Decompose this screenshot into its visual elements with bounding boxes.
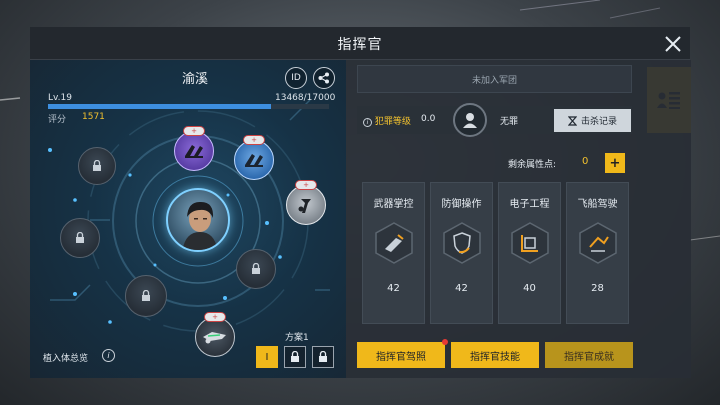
lock-icon bbox=[291, 351, 299, 362]
plan-button-3-locked[interactable] bbox=[312, 346, 334, 368]
implant-overview-label: 植入体总览 bbox=[43, 354, 89, 364]
legion-status: 未加入军团 bbox=[357, 65, 632, 93]
score-value: 1571 bbox=[82, 112, 105, 122]
lock-icon bbox=[93, 160, 101, 171]
xp-progress-bar bbox=[48, 104, 329, 109]
wrench-icon bbox=[298, 199, 311, 213]
score-label: 评分 bbox=[48, 115, 67, 125]
crime-label-text: 犯罪等级 bbox=[374, 117, 411, 127]
lock-icon bbox=[76, 232, 84, 243]
crime-level-value: 0.0 bbox=[421, 114, 436, 124]
implant-slot-gray[interactable]: + bbox=[286, 180, 326, 225]
remaining-points-label: 剩余属性点: bbox=[508, 160, 557, 170]
crime-status-row: i 犯罪等级 0.0 无罪 击杀记录 bbox=[357, 103, 632, 137]
implant-slot-locked[interactable] bbox=[125, 275, 167, 317]
shield-icon bbox=[443, 222, 481, 264]
skill-value: 40 bbox=[523, 283, 536, 294]
pilot-icon bbox=[579, 222, 617, 264]
implant-slot-locked[interactable] bbox=[78, 147, 116, 185]
weapon-icon bbox=[375, 222, 413, 264]
lock-icon bbox=[252, 263, 260, 274]
crime-status-text: 无罪 bbox=[500, 117, 519, 127]
implant-badge: + bbox=[183, 126, 205, 136]
skill-name: 飞船驾驶 bbox=[577, 199, 618, 210]
plan-button-1[interactable]: I bbox=[256, 346, 278, 368]
close-button[interactable] bbox=[658, 29, 688, 59]
implant-info-button[interactable]: i bbox=[102, 349, 115, 362]
share-button[interactable] bbox=[313, 67, 335, 89]
skill-value: 42 bbox=[455, 283, 468, 294]
skill-name: 武器掌控 bbox=[373, 199, 414, 210]
ship-parts-icon bbox=[185, 145, 203, 158]
commander-skill-button[interactable]: 指挥官技能 bbox=[451, 342, 539, 368]
lock-icon bbox=[319, 351, 327, 362]
plan-label: 方案1 bbox=[285, 333, 309, 343]
commander-name: 渝溪 bbox=[181, 72, 208, 87]
ship-parts-icon bbox=[245, 154, 263, 167]
skill-value: 28 bbox=[591, 283, 604, 294]
electronics-icon bbox=[511, 222, 549, 264]
notification-dot bbox=[442, 339, 448, 345]
implant-badge: + bbox=[204, 312, 226, 322]
close-icon bbox=[665, 36, 681, 52]
share-icon bbox=[318, 72, 329, 84]
implant-slot-locked[interactable] bbox=[60, 218, 100, 258]
ship-icon bbox=[203, 332, 226, 344]
id-button[interactable]: ID bbox=[285, 67, 307, 89]
skill-card-weapon[interactable]: 武器掌控 42 bbox=[362, 182, 425, 324]
skill-card-electronics[interactable]: 电子工程 40 bbox=[498, 182, 561, 324]
xp-progress-fill bbox=[48, 104, 271, 109]
kill-record-label: 击杀记录 bbox=[580, 117, 617, 127]
commander-dialog: 渝溪 ID Lv.19 13468/17000 评分 1571 + + + + … bbox=[30, 60, 691, 378]
plan-button-2-locked[interactable] bbox=[284, 346, 306, 368]
kill-record-button[interactable]: 击杀记录 bbox=[554, 109, 631, 132]
license-label: 指挥官驾照 bbox=[376, 351, 426, 363]
implant-slot-ship[interactable]: + bbox=[195, 312, 235, 357]
implant-badge: + bbox=[295, 180, 317, 190]
title-bar: 指挥官 bbox=[30, 27, 690, 60]
level-label: Lv.19 bbox=[48, 93, 72, 103]
person-icon bbox=[463, 113, 477, 128]
skill-card-defense[interactable]: 防御操作 42 bbox=[430, 182, 493, 324]
skill-value: 42 bbox=[387, 283, 400, 294]
commander-achievement-button[interactable]: 指挥官成就 bbox=[545, 342, 633, 368]
info-icon: i bbox=[363, 118, 372, 127]
crime-emblem bbox=[453, 103, 487, 137]
implant-slot-purple[interactable]: + bbox=[174, 126, 214, 171]
lock-icon bbox=[142, 290, 150, 301]
hourglass-icon bbox=[567, 115, 577, 126]
xp-text: 13468/17000 bbox=[275, 93, 336, 103]
implant-badge: + bbox=[243, 135, 265, 145]
skill-name: 防御操作 bbox=[441, 199, 482, 210]
implant-panel: 渝溪 ID Lv.19 13468/17000 评分 1571 + + + + … bbox=[30, 60, 346, 378]
skill-card-piloting[interactable]: 飞船驾驶 28 bbox=[566, 182, 629, 324]
commander-license-button[interactable]: 指挥官驾照 bbox=[357, 339, 448, 368]
implant-slot-locked[interactable] bbox=[236, 249, 276, 289]
page-title: 指挥官 bbox=[337, 37, 383, 53]
remaining-points-value: 0 bbox=[582, 156, 589, 167]
implant-slot-blue[interactable]: + bbox=[234, 135, 274, 180]
commander-portrait[interactable] bbox=[166, 188, 230, 252]
crime-level-label: i 犯罪等级 bbox=[363, 114, 411, 127]
add-point-button[interactable]: + bbox=[605, 153, 625, 173]
skill-name: 电子工程 bbox=[509, 199, 550, 210]
